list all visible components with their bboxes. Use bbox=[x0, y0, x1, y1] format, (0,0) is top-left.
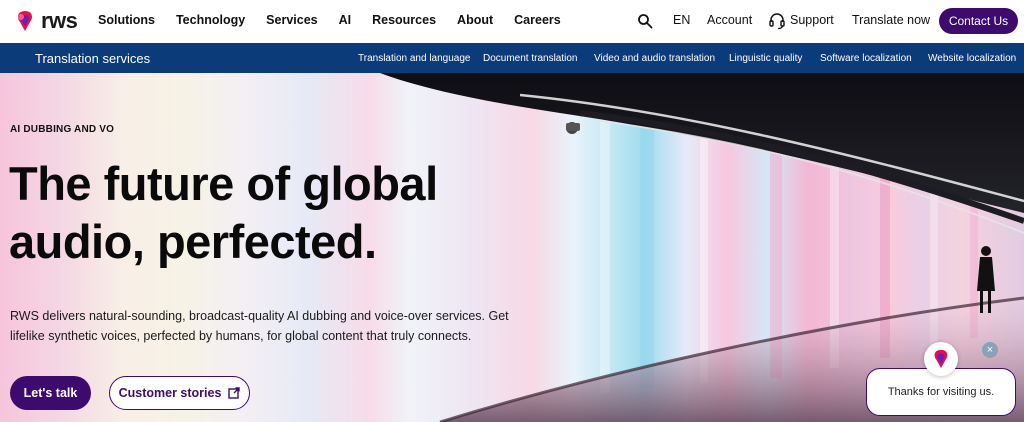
hero-headline-line1: The future of global bbox=[9, 157, 438, 210]
hero-headline-line2: audio, perfected. bbox=[9, 215, 377, 268]
headset-icon bbox=[769, 13, 785, 30]
nav-item-resources[interactable]: Resources bbox=[372, 13, 436, 27]
subnav-item-linguistic-quality[interactable]: Linguistic quality bbox=[729, 53, 802, 64]
subnav-item-video-audio-translation[interactable]: Video and audio translation bbox=[594, 53, 715, 64]
search-icon[interactable] bbox=[637, 13, 653, 29]
chat-widget-message: Thanks for visiting us. bbox=[887, 386, 995, 398]
nav-item-services[interactable]: Services bbox=[266, 13, 317, 27]
chat-widget-avatar[interactable] bbox=[924, 342, 958, 376]
subnav-item-translation-and-language[interactable]: Translation and language bbox=[358, 53, 471, 64]
subnav-item-document-translation[interactable]: Document translation bbox=[483, 53, 578, 64]
nav-item-solutions[interactable]: Solutions bbox=[98, 13, 155, 27]
brand-name: rws bbox=[41, 8, 78, 33]
services-subnav: Translation services Translation and lan… bbox=[0, 43, 1024, 73]
hero-section: AI DUBBING AND VO The future of global a… bbox=[0, 73, 1024, 422]
subnav-item-website-localization[interactable]: Website localization bbox=[928, 53, 1016, 64]
main-menu: Solutions Technology Services AI Resourc… bbox=[98, 13, 582, 27]
lets-talk-button[interactable]: Let's talk bbox=[10, 376, 91, 410]
hero-eyebrow: AI DUBBING AND VO bbox=[10, 124, 115, 135]
subnav-section-title[interactable]: Translation services bbox=[35, 51, 150, 66]
customer-stories-button[interactable]: Customer stories bbox=[109, 376, 250, 410]
rws-logo[interactable]: rws bbox=[14, 8, 78, 34]
nav-item-ai[interactable]: AI bbox=[339, 13, 352, 27]
language-selector[interactable]: EN bbox=[673, 13, 690, 27]
external-link-icon bbox=[228, 387, 241, 399]
subnav-item-software-localization[interactable]: Software localization bbox=[820, 53, 912, 64]
account-link[interactable]: Account bbox=[707, 13, 752, 27]
rws-logo-mark-icon bbox=[17, 11, 33, 31]
nav-item-careers[interactable]: Careers bbox=[514, 13, 561, 27]
hero-description: RWS delivers natural-sounding, broadcast… bbox=[10, 309, 509, 343]
hero-headline: The future of global audio, perfected. bbox=[9, 155, 529, 271]
nav-item-about[interactable]: About bbox=[457, 13, 493, 27]
support-link[interactable]: Support bbox=[790, 13, 834, 27]
chat-close-icon[interactable]: × bbox=[982, 342, 998, 358]
nav-item-technology[interactable]: Technology bbox=[176, 13, 245, 27]
contact-us-button[interactable]: Contact Us bbox=[939, 8, 1018, 34]
top-navigation: rws Solutions Technology Services AI Res… bbox=[0, 0, 1024, 43]
rws-chat-logo-icon bbox=[934, 349, 948, 369]
translate-now-link[interactable]: Translate now bbox=[852, 13, 930, 27]
customer-stories-label: Customer stories bbox=[118, 386, 222, 400]
